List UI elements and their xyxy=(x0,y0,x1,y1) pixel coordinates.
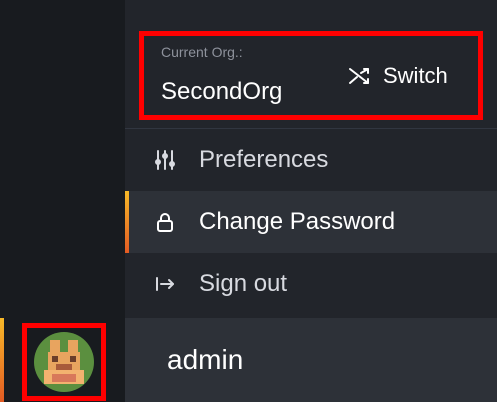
sign-out-icon xyxy=(156,277,174,291)
username: admin xyxy=(167,344,244,375)
switch-label: Switch xyxy=(383,63,448,88)
avatar-icon xyxy=(34,332,94,392)
current-org-name: SecondOrg xyxy=(161,78,283,105)
switch-org-button[interactable]: Switch xyxy=(347,60,467,92)
shuffle-icon xyxy=(349,68,369,84)
current-user-row[interactable]: admin xyxy=(125,318,497,402)
current-org-label: Current Org.: xyxy=(161,44,243,60)
change-password-accent xyxy=(125,191,129,253)
profile-menu: Current Org.: SecondOrg Switch Preferenc… xyxy=(125,0,497,414)
sliders-icon xyxy=(155,150,175,170)
change-password-label: Change Password xyxy=(199,208,396,235)
avatar[interactable] xyxy=(34,332,94,392)
menu-item-change-password[interactable]: Change Password xyxy=(125,191,497,253)
sign-out-label: Sign out xyxy=(199,270,288,297)
preferences-label: Preferences xyxy=(199,146,329,173)
lock-icon xyxy=(157,213,173,232)
bottom-background xyxy=(0,402,497,414)
menu-item-sign-out[interactable]: Sign out xyxy=(125,253,497,315)
menu-item-preferences[interactable]: Preferences xyxy=(125,129,497,191)
active-accent-strip xyxy=(0,318,4,402)
